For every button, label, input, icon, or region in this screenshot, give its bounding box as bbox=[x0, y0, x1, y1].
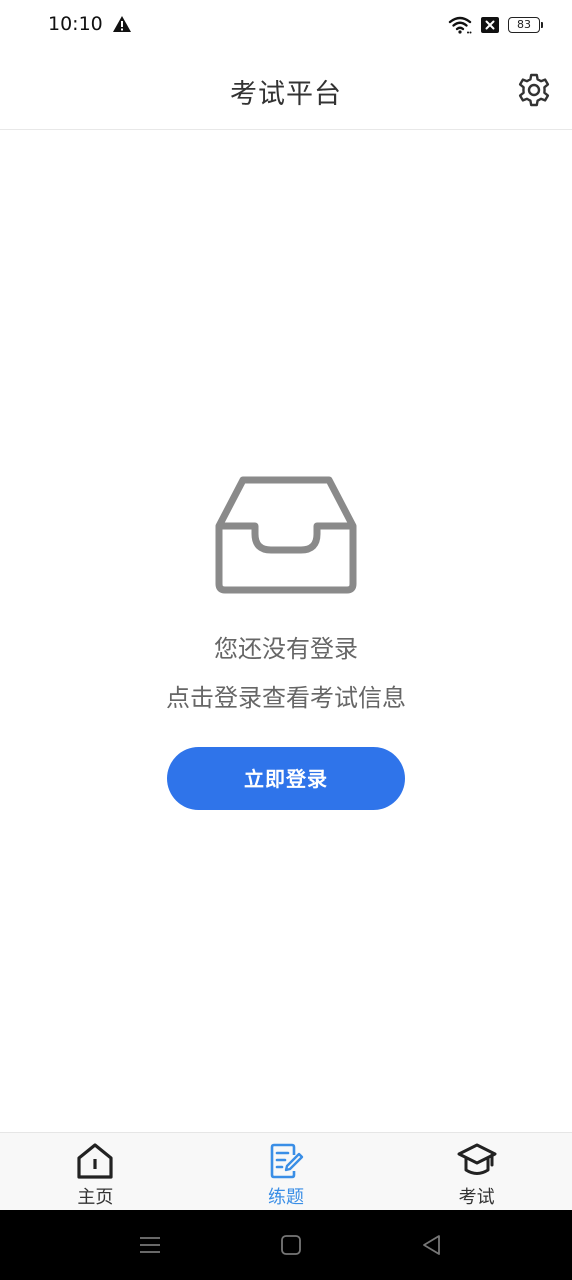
home-square-icon[interactable] bbox=[279, 1233, 303, 1257]
menu-icon[interactable] bbox=[138, 1233, 162, 1257]
app-screen: 10:10 83 考试平台 您还没有登录 点击登录查看考试信息 立即登录 主页 … bbox=[0, 0, 572, 1280]
tab-exam[interactable]: 考试 bbox=[381, 1133, 572, 1210]
warning-icon bbox=[113, 16, 131, 32]
not-logged-in-text: 您还没有登录 bbox=[214, 635, 358, 663]
tab-practice[interactable]: 练题 bbox=[191, 1133, 382, 1210]
tab-home[interactable]: 主页 bbox=[0, 1133, 191, 1210]
tab-label-exam: 考试 bbox=[458, 1187, 495, 1208]
page-title: 考试平台 bbox=[230, 79, 342, 110]
system-navigation-bar bbox=[0, 1210, 572, 1280]
empty-state: 您还没有登录 点击登录查看考试信息 立即登录 bbox=[0, 474, 572, 810]
status-icons: 83 bbox=[448, 14, 543, 36]
app-header: 考试平台 bbox=[0, 52, 572, 130]
battery-icon: 83 bbox=[508, 17, 543, 33]
back-triangle-icon[interactable] bbox=[420, 1233, 444, 1257]
gear-icon[interactable] bbox=[516, 72, 552, 108]
home-icon bbox=[77, 1143, 113, 1179]
edit-note-icon bbox=[270, 1143, 304, 1179]
inbox-icon bbox=[215, 476, 357, 594]
login-hint-text: 点击登录查看考试信息 bbox=[166, 684, 406, 712]
tab-label-practice: 练题 bbox=[268, 1187, 304, 1208]
login-button[interactable]: 立即登录 bbox=[167, 747, 405, 810]
status-time: 10:10 bbox=[48, 13, 103, 35]
wifi-icon bbox=[448, 16, 472, 34]
tab-label-home: 主页 bbox=[77, 1187, 114, 1208]
bottom-tab-bar: 主页 练题 考试 bbox=[0, 1132, 572, 1210]
status-bar: 10:10 83 bbox=[0, 0, 572, 52]
graduation-cap-icon bbox=[457, 1143, 497, 1175]
sim-off-icon bbox=[481, 17, 499, 33]
